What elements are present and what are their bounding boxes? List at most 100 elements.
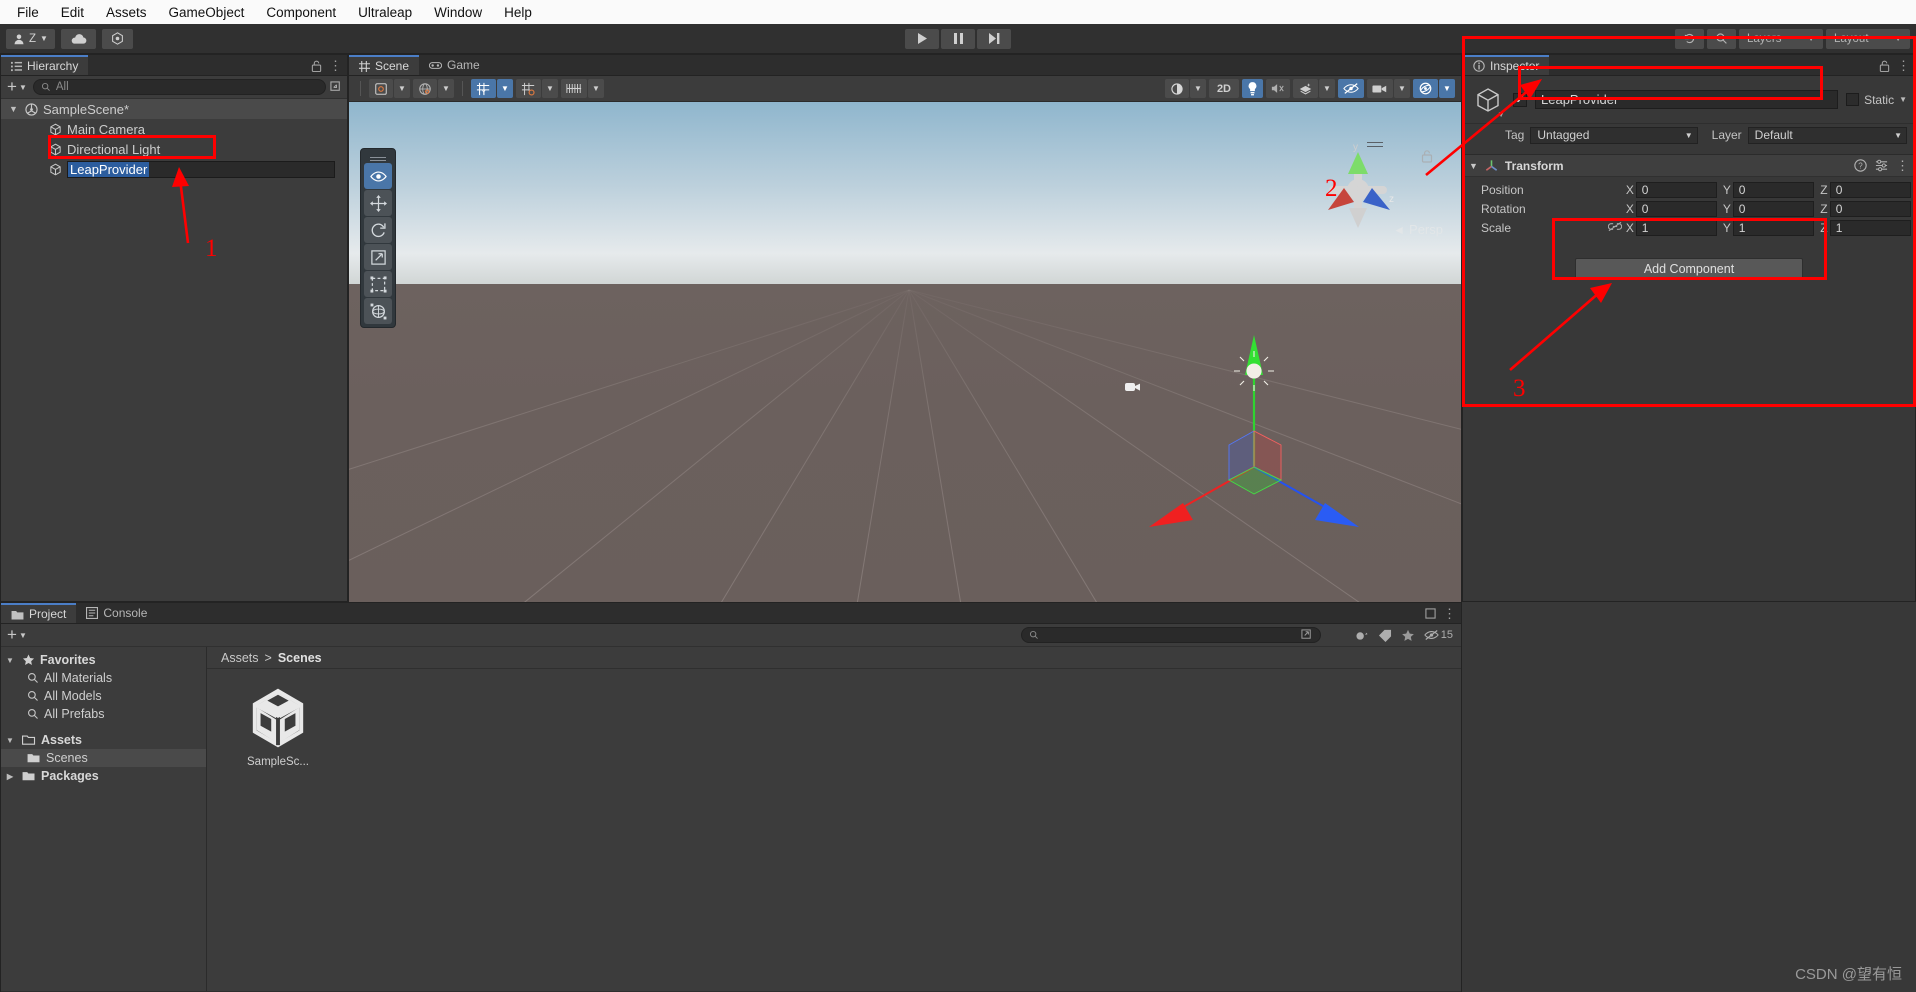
menu-item-window[interactable]: Window — [423, 3, 493, 22]
scale-x-input[interactable]: 1 — [1635, 219, 1717, 236]
audio-toggle-button[interactable] — [1266, 79, 1290, 98]
layer-dropdown[interactable]: Default ▼ — [1747, 126, 1907, 144]
scene-viewport[interactable]: y x z ◄ Persp — [349, 102, 1461, 623]
effects-button[interactable] — [1293, 79, 1318, 98]
scene-transform-gizmo[interactable] — [1109, 327, 1369, 527]
star-icon[interactable] — [1401, 629, 1415, 642]
move-tool-button[interactable] — [364, 190, 392, 216]
grid-axis-dropdown[interactable]: ▼ — [497, 79, 513, 98]
tab-console[interactable]: Console — [76, 603, 158, 623]
project-tree-all-materials[interactable]: All Materials — [1, 669, 206, 687]
position-z-input[interactable]: 0 — [1829, 181, 1911, 198]
menu-item-ultraleap[interactable]: Ultraleap — [347, 3, 423, 22]
project-tree-assets[interactable]: ▼ Assets — [1, 731, 206, 749]
chevron-down-icon[interactable]: ▼ — [1469, 161, 1478, 171]
magnet-dropdown[interactable]: ▼ — [588, 79, 604, 98]
draw-mode-dropdown[interactable]: ▼ — [1189, 79, 1206, 98]
project-tree-all-prefabs[interactable]: All Prefabs — [1, 705, 206, 723]
services-button[interactable] — [101, 28, 133, 49]
chevron-right-icon[interactable]: ▶ — [3, 772, 17, 781]
project-add-button[interactable]: + ▼ — [5, 626, 29, 643]
chevron-down-icon[interactable]: ▼ — [3, 656, 17, 665]
position-x-input[interactable]: 0 — [1635, 181, 1717, 198]
label-tag-icon[interactable] — [1378, 629, 1392, 642]
lock-icon[interactable] — [1879, 60, 1890, 72]
scale-tool-button[interactable] — [364, 244, 392, 270]
project-tree-scenes[interactable]: Scenes — [1, 749, 206, 767]
rotation-z-input[interactable]: 0 — [1829, 200, 1911, 217]
transform-tool-button[interactable] — [364, 298, 392, 324]
scene-orientation-gizmo[interactable]: y x z — [1311, 140, 1405, 234]
step-button[interactable] — [977, 28, 1011, 49]
grid-axis-button[interactable]: Y — [471, 79, 496, 98]
scale-y-input[interactable]: 1 — [1732, 219, 1814, 236]
chevron-down-icon[interactable]: ▼ — [1899, 95, 1907, 104]
gameobject-name-input[interactable]: LeapProvider — [1535, 90, 1839, 109]
tab-inspector[interactable]: Inspector — [1463, 55, 1550, 75]
view-tool-button[interactable] — [364, 163, 392, 189]
chevron-down-icon[interactable]: ▼ — [3, 736, 17, 745]
lock-icon[interactable] — [311, 60, 322, 72]
coordinate-mode-button[interactable] — [413, 79, 437, 98]
project-tree-favorites[interactable]: ▼ Favorites — [1, 651, 206, 669]
save-search-icon[interactable] — [1301, 629, 1313, 641]
rotation-y-input[interactable]: 0 — [1732, 200, 1814, 217]
grid-snap-button[interactable] — [516, 79, 541, 98]
hierarchy-options-icon[interactable] — [330, 80, 343, 94]
breadcrumb-assets[interactable]: Assets — [221, 651, 259, 665]
hierarchy-search-input[interactable]: All — [32, 79, 326, 95]
draw-mode-button[interactable] — [1164, 79, 1189, 98]
scale-z-input[interactable]: 1 — [1829, 219, 1911, 236]
history-button[interactable] — [1675, 28, 1704, 49]
magnet-button[interactable] — [561, 79, 587, 98]
hierarchy-row-main-camera[interactable]: Main Camera — [1, 119, 347, 139]
pause-button[interactable] — [941, 28, 975, 49]
project-visibility-toggle[interactable]: 15 — [1423, 629, 1453, 641]
hierarchy-row-directional-light[interactable]: Directional Light — [1, 139, 347, 159]
project-tree-packages[interactable]: ▶ Packages — [1, 767, 206, 785]
scale-constrain-toggle[interactable] — [1606, 221, 1624, 235]
coordinate-mode-dropdown[interactable]: ▼ — [438, 79, 454, 98]
layout-dropdown[interactable]: Layout ▼ — [1826, 28, 1910, 49]
tab-project[interactable]: Project — [1, 603, 77, 623]
kebab-menu-icon[interactable]: ⋮ — [1896, 159, 1909, 172]
breadcrumb-scenes[interactable]: Scenes — [278, 651, 322, 665]
menu-item-gameobject[interactable]: GameObject — [158, 3, 256, 22]
scene-perspective-label[interactable]: ◄ Persp — [1393, 222, 1443, 237]
play-button[interactable] — [905, 28, 939, 49]
hierarchy-rename-input[interactable]: LeapProvider — [67, 160, 335, 178]
hierarchy-row-leapprovider[interactable]: LeapProvider — [1, 159, 347, 179]
effects-dropdown[interactable]: ▼ — [1319, 79, 1335, 98]
menu-item-assets[interactable]: Assets — [95, 3, 158, 22]
kebab-menu-icon[interactable]: ⋮ — [1443, 607, 1456, 620]
layers-dropdown[interactable]: Layers ▼ — [1739, 28, 1823, 49]
account-button[interactable]: Z ▼ — [6, 28, 55, 49]
pivot-mode-dropdown[interactable]: ▼ — [394, 79, 410, 98]
preset-icon[interactable] — [1875, 159, 1888, 172]
lighting-toggle-button[interactable] — [1242, 79, 1263, 98]
menu-item-help[interactable]: Help — [493, 3, 543, 22]
search-button[interactable] — [1707, 28, 1736, 49]
chevron-down-icon[interactable]: ▼ — [1497, 110, 1505, 119]
static-checkbox[interactable] — [1846, 93, 1860, 106]
kebab-menu-icon[interactable]: ⋮ — [329, 59, 342, 72]
position-y-input[interactable]: 0 — [1732, 181, 1814, 198]
tab-hierarchy[interactable]: Hierarchy — [1, 55, 89, 75]
project-tree-all-models[interactable]: All Models — [1, 687, 206, 705]
chevron-down-icon[interactable]: ▼ — [9, 104, 18, 114]
tab-game[interactable]: Game — [419, 55, 490, 75]
cloud-button[interactable] — [60, 28, 96, 49]
twod-toggle-button[interactable]: 2D — [1208, 79, 1239, 98]
maximize-icon[interactable] — [1425, 608, 1436, 619]
rect-tool-button[interactable] — [364, 271, 392, 297]
rotation-x-input[interactable]: 0 — [1635, 200, 1717, 217]
gameobject-enabled-checkbox[interactable]: ✔ — [1513, 92, 1527, 107]
gizmo-lock-icon[interactable] — [1421, 149, 1433, 163]
pivot-mode-button[interactable] — [369, 79, 393, 98]
static-toggle[interactable]: Static ▼ — [1846, 93, 1907, 107]
hierarchy-row-samplescene[interactable]: ▼ SampleScene* — [1, 99, 347, 119]
rotate-tool-button[interactable] — [364, 217, 392, 243]
asset-item[interactable]: SampleSc... — [235, 685, 321, 768]
tab-scene[interactable]: Scene — [349, 55, 420, 75]
project-search-input[interactable] — [1021, 627, 1321, 643]
